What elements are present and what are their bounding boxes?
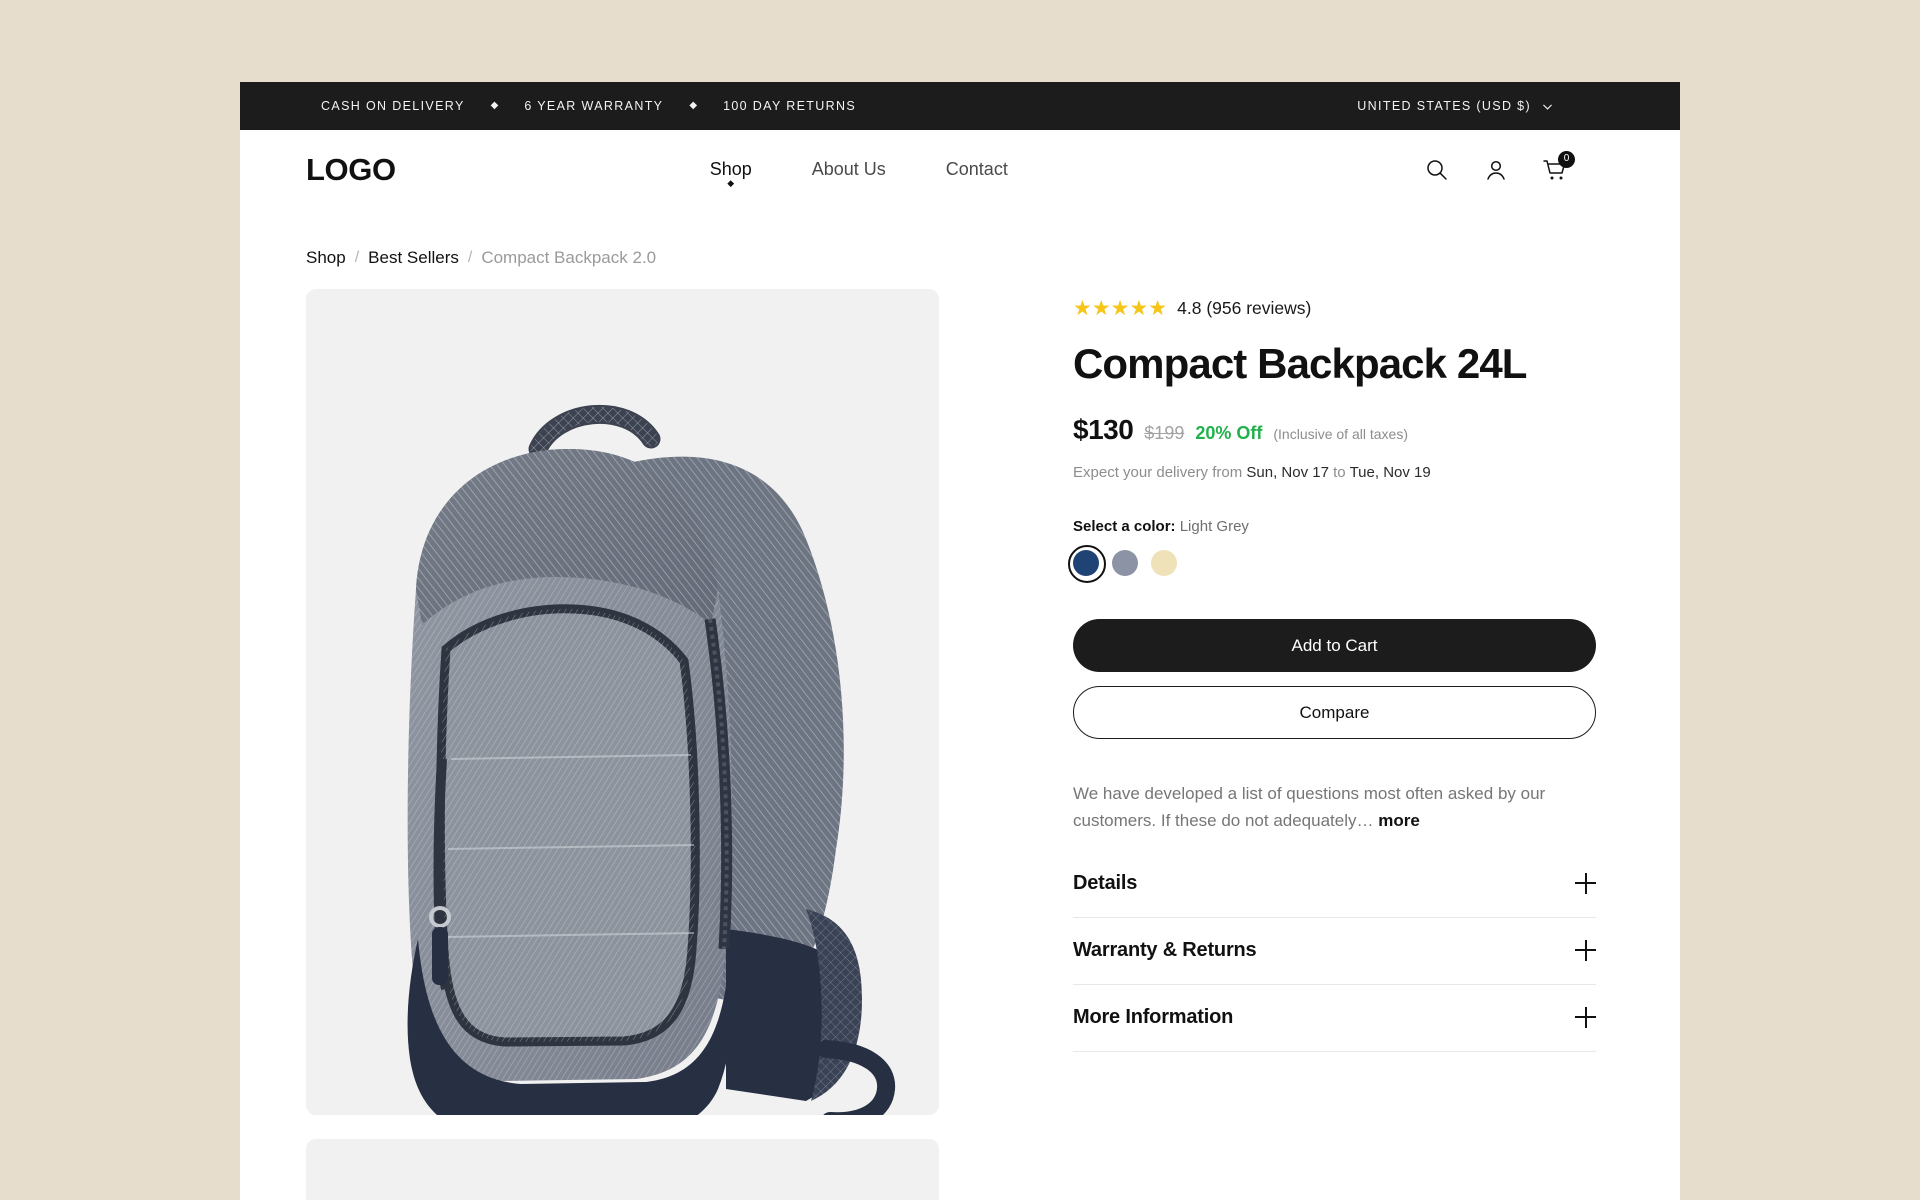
announcement-bar: CASH ON DELIVERY ◆ 6 YEAR WARRANTY ◆ 100…: [240, 82, 1680, 130]
breadcrumb-item-current: Compact Backpack 2.0: [481, 248, 657, 267]
accordion-item-more-information[interactable]: More Information: [1073, 985, 1596, 1052]
page-title: Compact Backpack 24L: [1073, 340, 1527, 387]
tax-note: (Inclusive of all taxes): [1273, 426, 1408, 443]
accordion-item-details[interactable]: Details: [1073, 866, 1596, 918]
delivery-date-to: Tue, Nov 19: [1349, 464, 1431, 482]
header-actions: 0: [1424, 150, 1575, 183]
plus-icon: [1575, 939, 1596, 961]
product-description: We have developed a list of questions mo…: [1073, 780, 1596, 834]
delivery-date-from: Sun, Nov 17: [1246, 464, 1329, 482]
accordion-title: More Information: [1073, 1005, 1234, 1028]
product-image-secondary[interactable]: [306, 1139, 939, 1200]
breadcrumb-separator: /: [354, 249, 360, 266]
logo[interactable]: LOGO: [306, 152, 396, 188]
plus-icon: [1575, 872, 1596, 894]
read-more-link[interactable]: more: [1378, 811, 1420, 830]
rating-text[interactable]: 4.8 (956 reviews): [1177, 298, 1311, 319]
accordion-title: Warranty & Returns: [1073, 938, 1257, 961]
announcement-separator-icon: ◆: [490, 100, 499, 111]
color-selector-label: Select a color: Light Grey: [1073, 518, 1596, 535]
description-text: We have developed a list of questions mo…: [1073, 784, 1546, 831]
delivery-joiner: to: [1333, 464, 1346, 482]
locale-selector[interactable]: UNITED STATES (USD $): [1357, 99, 1554, 113]
breadcrumb-item-shop[interactable]: Shop: [306, 248, 346, 268]
accordion-item-warranty-returns[interactable]: Warranty & Returns: [1073, 918, 1596, 985]
delivery-estimate: Expect your delivery from Sun, Nov 17 to…: [1073, 464, 1596, 481]
announcement-separator-icon: ◆: [689, 100, 698, 111]
price-row: $130 $199 20% Off (Inclusive of all taxe…: [1073, 414, 1596, 446]
cart-icon[interactable]: 0: [1542, 150, 1575, 183]
accordion-title: Details: [1073, 871, 1138, 894]
color-selected-value: Light Grey: [1179, 518, 1249, 536]
search-icon[interactable]: [1424, 157, 1450, 183]
nav-item-about-us[interactable]: About Us: [782, 159, 916, 180]
nav-item-contact[interactable]: Contact: [916, 159, 1038, 180]
star-rating-icon: ★★★★★: [1073, 297, 1168, 320]
color-label-text: Select a color:: [1073, 518, 1176, 536]
announcement-item-cash-on-delivery: CASH ON DELIVERY: [321, 99, 465, 113]
product-main: ★★★★★ 4.8 (956 reviews) Compact Backpack…: [240, 289, 1680, 1200]
price-original: $199: [1144, 423, 1185, 444]
plus-icon: [1575, 1006, 1596, 1028]
color-swatch-navy[interactable]: [1068, 545, 1106, 584]
product-gallery: [306, 289, 939, 1200]
main-navigation: Shop About Us Contact: [680, 159, 1038, 180]
breadcrumb-item-best-sellers[interactable]: Best Sellers: [368, 248, 459, 268]
delivery-prefix: Expect your delivery from: [1073, 464, 1243, 482]
color-swatch-cream[interactable]: [1151, 550, 1177, 577]
storefront-page: CASH ON DELIVERY ◆ 6 YEAR WARRANTY ◆ 100…: [240, 82, 1680, 1200]
announcement-item-warranty: 6 YEAR WARRANTY: [524, 99, 664, 113]
breadcrumb: Shop / Best Sellers / Compact Backpack 2…: [266, 248, 1680, 268]
nav-item-shop[interactable]: Shop: [680, 159, 782, 180]
chevron-down-icon: [1541, 100, 1554, 113]
product-details: ★★★★★ 4.8 (956 reviews) Compact Backpack…: [1068, 289, 1596, 1200]
announcement-items: CASH ON DELIVERY ◆ 6 YEAR WARRANTY ◆ 100…: [321, 99, 856, 113]
breadcrumb-separator: /: [467, 249, 473, 266]
add-to-cart-button[interactable]: Add to Cart: [1073, 619, 1596, 673]
site-header: LOGO Shop About Us Contact: [240, 130, 1680, 209]
color-swatches: [1068, 545, 1596, 584]
locale-label: UNITED STATES (USD $): [1357, 99, 1531, 113]
color-swatch-grey-blue[interactable]: [1112, 550, 1138, 577]
price-current: $130: [1073, 414, 1134, 446]
discount-badge: 20% Off: [1195, 423, 1263, 444]
cart-count-badge: 0: [1558, 150, 1575, 168]
announcement-item-returns: 100 DAY RETURNS: [723, 99, 857, 113]
product-image-primary[interactable]: [306, 289, 939, 1115]
compare-button[interactable]: Compare: [1073, 686, 1596, 740]
account-icon[interactable]: [1483, 157, 1509, 183]
product-accordion: Details Warranty & Returns More Informat…: [1073, 866, 1596, 1052]
backpack-illustration: [407, 404, 896, 1115]
rating: ★★★★★ 4.8 (956 reviews): [1073, 298, 1596, 319]
